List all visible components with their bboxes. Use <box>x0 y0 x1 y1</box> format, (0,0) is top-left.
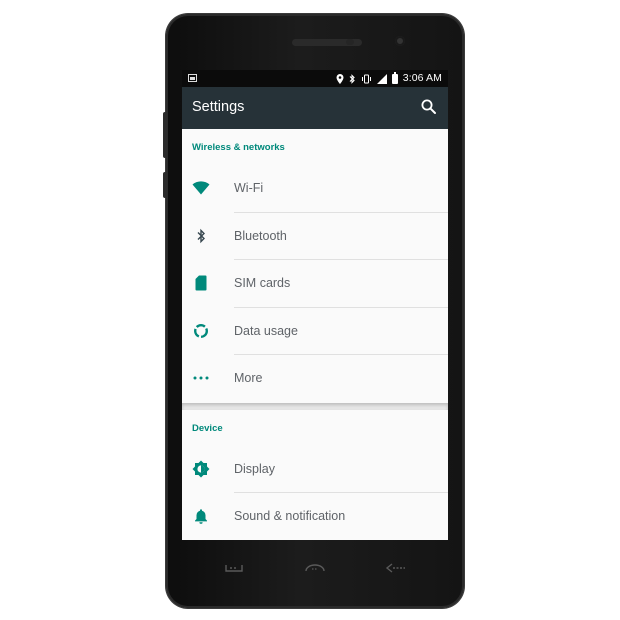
bell-icon <box>195 509 207 524</box>
battery-icon <box>391 71 398 84</box>
back-key-icon[interactable] <box>385 562 407 574</box>
section-device: Device Display Sound & notification <box>182 409 448 540</box>
more-icon <box>193 376 209 380</box>
bluetooth-icon <box>197 228 205 243</box>
brightness-icon <box>192 460 210 477</box>
settings-item-wifi[interactable]: Wi-Fi <box>182 165 448 213</box>
signal-icon <box>376 73 387 84</box>
section-header: Device <box>182 410 448 446</box>
vibrate-icon <box>361 74 371 83</box>
sim-card-icon <box>195 275 207 291</box>
status-time: 3:06 AM <box>402 72 442 84</box>
settings-item-label: More <box>234 371 263 385</box>
front-camera <box>395 36 405 46</box>
settings-item-label: Data usage <box>234 323 298 338</box>
section-wireless-networks: Wireless & networks Wi-Fi Bluetooth SIM … <box>182 129 448 403</box>
settings-item-bluetooth[interactable]: Bluetooth <box>182 213 448 260</box>
section-header-label: Device <box>192 422 223 434</box>
section-header-label: Wireless & networks <box>192 142 285 153</box>
menu-key-icon[interactable] <box>224 562 244 574</box>
settings-item-sim-cards[interactable]: SIM cards <box>182 260 448 308</box>
settings-item-label: Wi-Fi <box>234 181 264 195</box>
screen: 3:06 AM Settings Wireless & networks Wi-… <box>182 70 448 540</box>
power-button <box>163 172 167 198</box>
home-key-icon[interactable] <box>304 562 326 574</box>
settings-item-sound-notification[interactable]: Sound & notification <box>182 493 448 540</box>
image-icon <box>188 74 197 82</box>
section-separator <box>182 402 448 410</box>
data-usage-icon <box>193 323 209 338</box>
settings-item-label: Bluetooth <box>234 228 287 243</box>
volume-button <box>163 112 167 158</box>
settings-item-label: SIM cards <box>234 276 291 290</box>
divider <box>234 539 448 540</box>
settings-item-label: Sound & notification <box>234 509 346 523</box>
settings-item-label: Display <box>234 461 275 476</box>
proximity-sensor <box>346 39 354 45</box>
settings-item-more[interactable]: More <box>182 355 448 403</box>
section-header: Wireless & networks <box>182 129 448 165</box>
app-bar: Settings <box>182 87 448 129</box>
location-icon <box>336 73 344 84</box>
bluetooth-icon <box>349 73 355 84</box>
settings-item-display[interactable]: Display <box>182 446 448 493</box>
settings-item-data-usage[interactable]: Data usage <box>182 308 448 355</box>
search-icon[interactable] <box>420 98 438 116</box>
wifi-icon <box>192 181 210 195</box>
page-title: Settings <box>192 99 245 115</box>
status-bar: 3:06 AM <box>182 70 448 87</box>
